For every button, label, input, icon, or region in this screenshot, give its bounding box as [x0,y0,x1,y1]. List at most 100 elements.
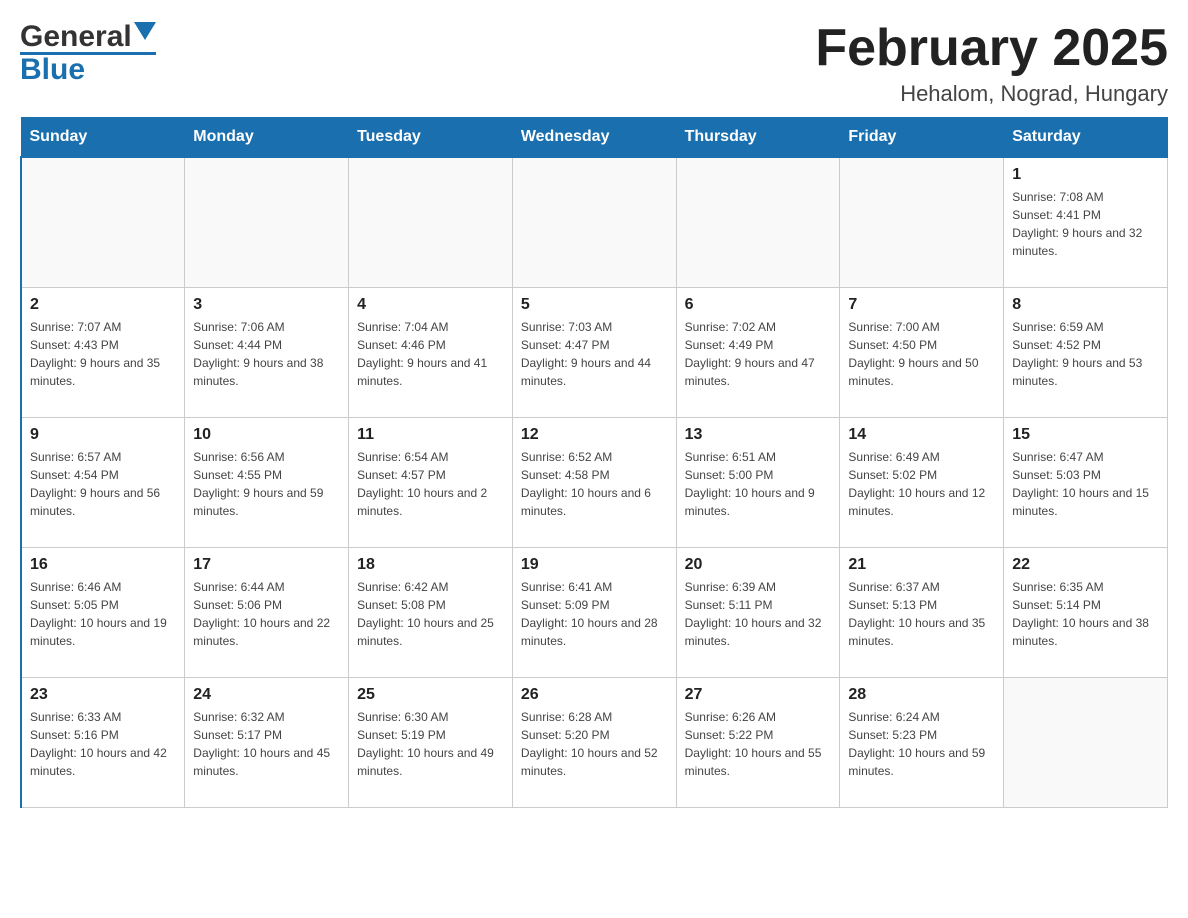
day-number: 13 [685,426,832,444]
calendar-cell-w2-d2: 3Sunrise: 7:06 AM Sunset: 4:44 PM Daylig… [185,287,349,417]
day-info: Sunrise: 6:46 AM Sunset: 5:05 PM Dayligh… [30,578,176,650]
calendar-subtitle: Hehalom, Nograd, Hungary [815,81,1168,107]
calendar-cell-w5-d5: 27 Sunrise: 6:26 AM Sunset: 5:22 PM Dayli… [676,677,840,807]
day-info: Sunrise: 7:04 AM Sunset: 4:46 PM Dayligh… [357,318,504,390]
day-number: 8 [1012,296,1159,314]
day-number: 23 [30,686,176,704]
calendar-cell-w1-d1 [21,157,185,287]
day-number: 20 [685,556,832,574]
day-info: Sunrise: 7:08 AM Sunset: 4:41 PM Dayligh… [1012,188,1159,260]
day-number: 25 [357,686,504,704]
day-info: Sunrise: 6:33 AM Sunset: 5:16 PM Dayligh… [30,708,176,780]
day-info: Sunrise: 6:44 AM Sunset: 5:06 PM Dayligh… [193,578,340,650]
logo-blue-text: Blue [20,53,85,87]
day-info: Sunrise: 6:52 AM Sunset: 4:58 PM Dayligh… [521,448,668,520]
day-number: 27 [685,686,832,704]
calendar-cell-w1-d5 [676,157,840,287]
day-info: Sunrise: 6:35 AM Sunset: 5:14 PM Dayligh… [1012,578,1159,650]
calendar-week-3: 9 Sunrise: 6:57 AM Sunset: 4:54 PM Daylig… [21,417,1168,547]
col-sunday: Sunday [21,118,185,158]
calendar-cell-w5-d1: 23 Sunrise: 6:33 AM Sunset: 5:16 PM Dayli… [21,677,185,807]
logo-triangle-icon [134,22,156,44]
calendar-cell-w3-d2: 10Sunrise: 6:56 AM Sunset: 4:55 PM Dayli… [185,417,349,547]
day-number: 5 [521,296,668,314]
col-monday: Monday [185,118,349,158]
calendar-cell-w4-d6: 21 Sunrise: 6:37 AM Sunset: 5:13 PM Dayli… [840,547,1004,677]
day-number: 22 [1012,556,1159,574]
calendar-cell-w4-d5: 20 Sunrise: 6:39 AM Sunset: 5:11 PM Dayli… [676,547,840,677]
day-info: Sunrise: 7:03 AM Sunset: 4:47 PM Dayligh… [521,318,668,390]
day-number: 3 [193,296,340,314]
calendar-cell-w4-d4: 19 Sunrise: 6:41 AM Sunset: 5:09 PM Dayli… [512,547,676,677]
calendar-week-1: 1 Sunrise: 7:08 AM Sunset: 4:41 PM Daylig… [21,157,1168,287]
calendar-cell-w5-d2: 24 Sunrise: 6:32 AM Sunset: 5:17 PM Dayli… [185,677,349,807]
calendar-cell-w2-d7: 8 Sunrise: 6:59 AM Sunset: 4:52 PM Daylig… [1004,287,1168,417]
day-info: Sunrise: 7:07 AM Sunset: 4:43 PM Dayligh… [30,318,176,390]
day-info: Sunrise: 6:26 AM Sunset: 5:22 PM Dayligh… [685,708,832,780]
day-info: Sunrise: 7:02 AM Sunset: 4:49 PM Dayligh… [685,318,832,390]
day-number: 6 [685,296,832,314]
day-info: Sunrise: 6:32 AM Sunset: 5:17 PM Dayligh… [193,708,340,780]
calendar-table: Sunday Monday Tuesday Wednesday Thursday… [20,117,1168,808]
day-info: Sunrise: 6:39 AM Sunset: 5:11 PM Dayligh… [685,578,832,650]
calendar-cell-w4-d1: 16 Sunrise: 6:46 AM Sunset: 5:05 PM Dayli… [21,547,185,677]
day-info: Sunrise: 6:37 AM Sunset: 5:13 PM Dayligh… [848,578,995,650]
day-number: 4 [357,296,504,314]
day-number: 19 [521,556,668,574]
logo: General Blue [20,20,156,87]
calendar-cell-w1-d2 [185,157,349,287]
day-info: Sunrise: 6:56 AM Sunset: 4:55 PM Dayligh… [193,448,340,520]
day-number: 7 [848,296,995,314]
calendar-cell-w5-d6: 28 Sunrise: 6:24 AM Sunset: 5:23 PM Dayli… [840,677,1004,807]
calendar-cell-w2-d6: 7 Sunrise: 7:00 AM Sunset: 4:50 PM Daylig… [840,287,1004,417]
calendar-cell-w3-d3: 11Sunrise: 6:54 AM Sunset: 4:57 PM Dayli… [349,417,513,547]
calendar-cell-w5-d4: 26 Sunrise: 6:28 AM Sunset: 5:20 PM Dayli… [512,677,676,807]
day-info: Sunrise: 6:42 AM Sunset: 5:08 PM Dayligh… [357,578,504,650]
day-number: 26 [521,686,668,704]
day-info: Sunrise: 6:59 AM Sunset: 4:52 PM Dayligh… [1012,318,1159,390]
calendar-cell-w5-d3: 25Sunrise: 6:30 AM Sunset: 5:19 PM Dayli… [349,677,513,807]
day-number: 15 [1012,426,1159,444]
calendar-week-2: 2 Sunrise: 7:07 AM Sunset: 4:43 PM Daylig… [21,287,1168,417]
col-saturday: Saturday [1004,118,1168,158]
calendar-cell-w1-d4 [512,157,676,287]
day-number: 14 [848,426,995,444]
day-number: 2 [30,296,176,314]
day-info: Sunrise: 6:54 AM Sunset: 4:57 PM Dayligh… [357,448,504,520]
col-wednesday: Wednesday [512,118,676,158]
col-friday: Friday [840,118,1004,158]
calendar-title: February 2025 [815,20,1168,77]
day-info: Sunrise: 6:47 AM Sunset: 5:03 PM Dayligh… [1012,448,1159,520]
day-info: Sunrise: 6:41 AM Sunset: 5:09 PM Dayligh… [521,578,668,650]
day-info: Sunrise: 6:57 AM Sunset: 4:54 PM Dayligh… [30,448,176,520]
day-number: 24 [193,686,340,704]
calendar-cell-w2-d5: 6 Sunrise: 7:02 AM Sunset: 4:49 PM Daylig… [676,287,840,417]
calendar-title-block: February 2025 Hehalom, Nograd, Hungary [815,20,1168,107]
day-number: 9 [30,426,176,444]
col-tuesday: Tuesday [349,118,513,158]
calendar-cell-w3-d1: 9 Sunrise: 6:57 AM Sunset: 4:54 PM Daylig… [21,417,185,547]
calendar-cell-w3-d6: 14Sunrise: 6:49 AM Sunset: 5:02 PM Dayli… [840,417,1004,547]
calendar-cell-w3-d7: 15 Sunrise: 6:47 AM Sunset: 5:03 PM Dayli… [1004,417,1168,547]
calendar-week-4: 16 Sunrise: 6:46 AM Sunset: 5:05 PM Dayli… [21,547,1168,677]
page-header: General Blue February 2025 Hehalom, Nogr… [20,20,1168,107]
day-info: Sunrise: 6:24 AM Sunset: 5:23 PM Dayligh… [848,708,995,780]
day-number: 28 [848,686,995,704]
day-number: 17 [193,556,340,574]
calendar-cell-w3-d5: 13Sunrise: 6:51 AM Sunset: 5:00 PM Dayli… [676,417,840,547]
day-number: 21 [848,556,995,574]
calendar-cell-w1-d7: 1 Sunrise: 7:08 AM Sunset: 4:41 PM Daylig… [1004,157,1168,287]
day-number: 16 [30,556,176,574]
day-info: Sunrise: 7:00 AM Sunset: 4:50 PM Dayligh… [848,318,995,390]
calendar-cell-w2-d4: 5 Sunrise: 7:03 AM Sunset: 4:47 PM Daylig… [512,287,676,417]
calendar-cell-w1-d6 [840,157,1004,287]
calendar-cell-w1-d3 [349,157,513,287]
calendar-cell-w2-d3: 4 Sunrise: 7:04 AM Sunset: 4:46 PM Daylig… [349,287,513,417]
calendar-cell-w3-d4: 12 Sunrise: 6:52 AM Sunset: 4:58 PM Dayli… [512,417,676,547]
day-info: Sunrise: 6:28 AM Sunset: 5:20 PM Dayligh… [521,708,668,780]
day-number: 12 [521,426,668,444]
calendar-cell-w4-d7: 22 Sunrise: 6:35 AM Sunset: 5:14 PM Dayli… [1004,547,1168,677]
calendar-cell-w4-d2: 17 Sunrise: 6:44 AM Sunset: 5:06 PM Dayli… [185,547,349,677]
day-number: 1 [1012,166,1159,184]
calendar-week-5: 23 Sunrise: 6:33 AM Sunset: 5:16 PM Dayli… [21,677,1168,807]
